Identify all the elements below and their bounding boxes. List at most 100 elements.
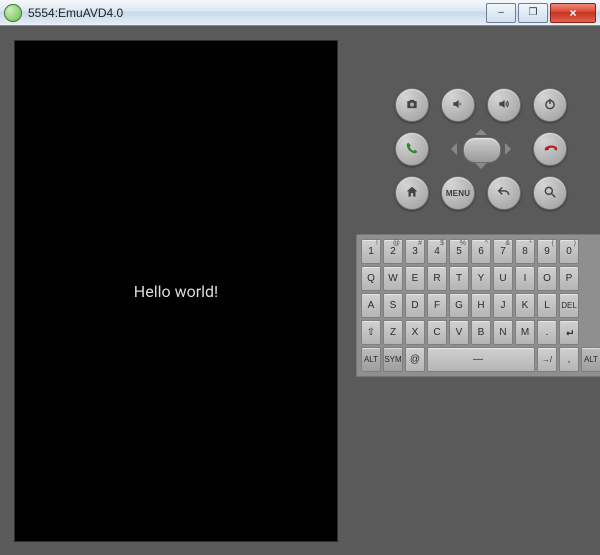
volume-down-button[interactable]: [441, 88, 475, 122]
key-l[interactable]: L: [537, 293, 557, 318]
call-button[interactable]: [395, 132, 429, 166]
key-v[interactable]: V: [449, 320, 469, 345]
key-4[interactable]: 4$: [427, 239, 447, 264]
keyboard-row-5: ALTSYM@—→/,ALT: [360, 346, 600, 373]
key-at[interactable]: @: [405, 347, 425, 372]
key-m[interactable]: M: [515, 320, 535, 345]
key-k[interactable]: K: [515, 293, 535, 318]
camera-button[interactable]: [395, 88, 429, 122]
key-secondary: %: [460, 240, 466, 247]
key-secondary: ): [574, 240, 576, 247]
key-space[interactable]: —: [427, 347, 535, 372]
hello-world-text: Hello world!: [134, 282, 218, 301]
volume-down-icon: [451, 97, 465, 114]
key-t[interactable]: T: [449, 266, 469, 291]
home-icon: [405, 185, 419, 202]
key-o[interactable]: O: [537, 266, 557, 291]
key-q[interactable]: Q: [361, 266, 381, 291]
end-call-button[interactable]: [533, 132, 567, 166]
hardware-controls: MENU 1!2@3#4$5%6^7&8*9(0) QWERTYUIOP AS: [348, 26, 600, 555]
key-p[interactable]: P: [559, 266, 579, 291]
back-button[interactable]: [487, 176, 521, 210]
camera-icon: [405, 97, 419, 114]
keyboard-row-3: ASDFGHJKLDEL: [360, 292, 600, 319]
hardware-button-grid: MENU: [393, 86, 569, 212]
key-arrow-slash[interactable]: →/: [537, 347, 557, 372]
key-w[interactable]: W: [383, 266, 403, 291]
key-d[interactable]: D: [405, 293, 425, 318]
close-button[interactable]: ×: [550, 3, 596, 23]
key-0[interactable]: 0): [559, 239, 579, 264]
search-button[interactable]: [533, 176, 567, 210]
key-n[interactable]: N: [493, 320, 513, 345]
key-f[interactable]: F: [427, 293, 447, 318]
key-secondary: *: [529, 240, 532, 247]
titlebar: 5554:EmuAVD4.0 – ❐ ×: [0, 0, 600, 26]
key-h[interactable]: H: [471, 293, 491, 318]
key-1[interactable]: 1!: [361, 239, 381, 264]
key-6[interactable]: 6^: [471, 239, 491, 264]
window-controls: – ❐ ×: [486, 3, 596, 23]
key-9[interactable]: 9(: [537, 239, 557, 264]
maximize-button[interactable]: ❐: [518, 3, 548, 23]
volume-up-button[interactable]: [487, 88, 521, 122]
dpad-right[interactable]: [505, 143, 517, 155]
key-3[interactable]: 3#: [405, 239, 425, 264]
key-x[interactable]: X: [405, 320, 425, 345]
call-icon: [405, 141, 419, 158]
keyboard-row-2: QWERTYUIOP: [360, 265, 600, 292]
key-enter[interactable]: [559, 320, 579, 345]
key-e[interactable]: E: [405, 266, 425, 291]
device-screen[interactable]: Hello world!: [14, 40, 338, 542]
key-r[interactable]: R: [427, 266, 447, 291]
key-secondary: $: [440, 240, 444, 247]
key-s[interactable]: S: [383, 293, 403, 318]
key-secondary: #: [418, 240, 422, 247]
key-secondary: &: [505, 240, 510, 247]
key-.[interactable]: .: [537, 320, 557, 345]
dpad: [441, 129, 521, 169]
window-title: 5554:EmuAVD4.0: [28, 6, 123, 20]
key-sym[interactable]: SYM: [383, 347, 403, 372]
search-icon: [543, 185, 557, 202]
key-g[interactable]: G: [449, 293, 469, 318]
key-secondary: (: [552, 240, 554, 247]
key-alt-left[interactable]: ALT: [361, 347, 381, 372]
dpad-center[interactable]: [463, 137, 501, 163]
end-call-icon: [543, 141, 557, 158]
key-z[interactable]: Z: [383, 320, 403, 345]
dpad-down[interactable]: [475, 163, 487, 175]
back-icon: [497, 185, 511, 202]
menu-label: MENU: [446, 189, 470, 198]
home-button[interactable]: [395, 176, 429, 210]
dpad-left[interactable]: [445, 143, 457, 155]
key-i[interactable]: I: [515, 266, 535, 291]
key-7[interactable]: 7&: [493, 239, 513, 264]
key-y[interactable]: Y: [471, 266, 491, 291]
key-5[interactable]: 5%: [449, 239, 469, 264]
emulator-body: Hello world!: [0, 26, 600, 555]
key-comma-question[interactable]: ,: [559, 347, 579, 372]
menu-button[interactable]: MENU: [441, 176, 475, 210]
device-screen-frame: Hello world!: [0, 26, 348, 555]
key-alt-right[interactable]: ALT: [581, 347, 600, 372]
dpad-up[interactable]: [475, 123, 487, 135]
power-icon: [543, 97, 557, 114]
emulator-window: 5554:EmuAVD4.0 – ❐ × Hello world!: [0, 0, 600, 555]
key-del[interactable]: DEL: [559, 293, 579, 318]
app-icon: [4, 4, 22, 22]
power-button[interactable]: [533, 88, 567, 122]
minimize-button[interactable]: –: [486, 3, 516, 23]
key-c[interactable]: C: [427, 320, 447, 345]
key-b[interactable]: B: [471, 320, 491, 345]
key-u[interactable]: U: [493, 266, 513, 291]
key-2[interactable]: 2@: [383, 239, 403, 264]
key-secondary: !: [376, 240, 378, 247]
hardware-keyboard: 1!2@3#4$5%6^7&8*9(0) QWERTYUIOP ASDFGHJK…: [356, 234, 600, 377]
key-j[interactable]: J: [493, 293, 513, 318]
key-⇧[interactable]: ⇧: [361, 320, 381, 345]
key-a[interactable]: A: [361, 293, 381, 318]
key-8[interactable]: 8*: [515, 239, 535, 264]
key-secondary: ^: [485, 240, 488, 247]
keyboard-row-4: ⇧ZXCVBNM.: [360, 319, 600, 346]
